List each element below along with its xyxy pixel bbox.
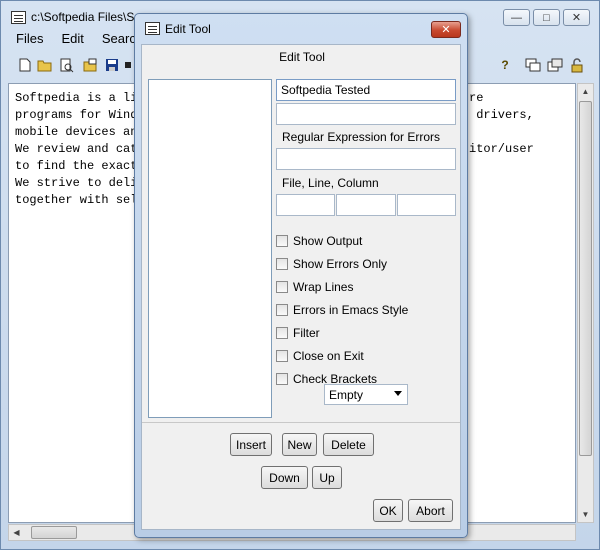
checkbox-box[interactable] xyxy=(276,281,288,293)
wrap-lines-checkbox[interactable]: Wrap Lines xyxy=(276,279,353,295)
lock-icon[interactable] xyxy=(569,57,585,73)
vertical-scrollbar[interactable]: ▲ ▼ xyxy=(577,83,594,523)
checkbox-label: Show Errors Only xyxy=(293,257,388,271)
close-on-exit-checkbox[interactable]: Close on Exit xyxy=(276,348,364,364)
move-up-button[interactable]: Up xyxy=(312,466,342,489)
tool-name-field[interactable]: Softpedia Tested xyxy=(276,79,456,101)
checkbox-box[interactable] xyxy=(276,373,288,385)
chevron-down-icon xyxy=(394,391,402,396)
vertical-scroll-thumb[interactable] xyxy=(579,101,592,456)
dialog-heading: Edit Tool xyxy=(279,50,325,64)
new-file-icon[interactable] xyxy=(17,57,33,73)
checkbox-box[interactable] xyxy=(276,304,288,316)
minimize-button[interactable]: — xyxy=(503,9,530,26)
window-title: c:\Softpedia Files\So xyxy=(31,10,142,24)
dialog-close-button[interactable]: ✕ xyxy=(431,21,461,38)
tool-list[interactable] xyxy=(148,79,272,418)
delete-button[interactable]: Delete xyxy=(323,433,374,456)
regex-field[interactable] xyxy=(276,148,456,170)
print-preview-icon[interactable] xyxy=(59,57,75,73)
insert-button[interactable]: Insert xyxy=(230,433,272,456)
checkbox-label: Filter xyxy=(293,326,320,340)
open-folder-icon[interactable] xyxy=(37,57,53,73)
file-field[interactable] xyxy=(276,194,335,216)
checkbox-label: Close on Exit xyxy=(293,349,364,363)
line-field[interactable] xyxy=(336,194,396,216)
save-icon[interactable] xyxy=(104,57,120,73)
file-line-column-label: File, Line, Column xyxy=(282,176,379,190)
checkbox-box[interactable] xyxy=(276,258,288,270)
errors-emacs-style-checkbox[interactable]: Errors in Emacs Style xyxy=(276,302,408,318)
filter-checkbox[interactable]: Filter xyxy=(276,325,320,341)
app-icon xyxy=(11,11,26,24)
scroll-down-arrow-icon[interactable]: ▼ xyxy=(578,507,593,522)
checkbox-box[interactable] xyxy=(276,350,288,362)
maximize-button[interactable]: □ xyxy=(533,9,560,26)
checkbox-box[interactable] xyxy=(276,327,288,339)
checkbox-label: Wrap Lines xyxy=(293,280,354,294)
edit-tool-dialog: Edit Tool ✕ Edit Tool Softpedia Tested R… xyxy=(134,13,468,538)
menubar: Files Edit Search xyxy=(7,31,152,49)
column-field[interactable] xyxy=(397,194,456,216)
checkbox-label: Errors in Emacs Style xyxy=(293,303,409,317)
dialog-app-icon xyxy=(145,22,160,35)
abort-button[interactable]: Abort xyxy=(408,499,453,522)
windows-icon[interactable] xyxy=(525,57,541,73)
mode-dropdown[interactable]: Empty xyxy=(324,384,408,405)
horizontal-scroll-thumb[interactable] xyxy=(31,526,77,539)
tool-command-field[interactable] xyxy=(276,103,456,125)
regex-label: Regular Expression for Errors xyxy=(282,130,441,144)
divider xyxy=(142,422,460,423)
window-restore-icon[interactable] xyxy=(547,57,563,73)
checkbox-label: Show Output xyxy=(293,234,363,248)
menu-edit[interactable]: Edit xyxy=(52,31,92,49)
move-down-button[interactable]: Down xyxy=(261,466,308,489)
open-recent-icon[interactable] xyxy=(82,57,98,73)
vertical-scroll-track xyxy=(579,101,592,541)
dialog-body: Edit Tool Softpedia Tested Regular Expre… xyxy=(141,44,461,530)
scroll-up-arrow-icon[interactable]: ▲ xyxy=(578,84,593,99)
dialog-title: Edit Tool xyxy=(165,22,211,36)
dropdown-value: Empty xyxy=(329,388,364,402)
scroll-left-arrow-icon[interactable]: ◀ xyxy=(9,525,24,540)
show-output-checkbox[interactable]: Show Output xyxy=(276,233,362,249)
ok-button[interactable]: OK xyxy=(373,499,403,522)
close-button[interactable]: ✕ xyxy=(563,9,590,26)
new-button[interactable]: New xyxy=(282,433,317,456)
menu-files[interactable]: Files xyxy=(7,31,52,49)
help-icon[interactable]: ? xyxy=(497,57,513,73)
checkbox-box[interactable] xyxy=(276,235,288,247)
show-errors-only-checkbox[interactable]: Show Errors Only xyxy=(276,256,387,272)
